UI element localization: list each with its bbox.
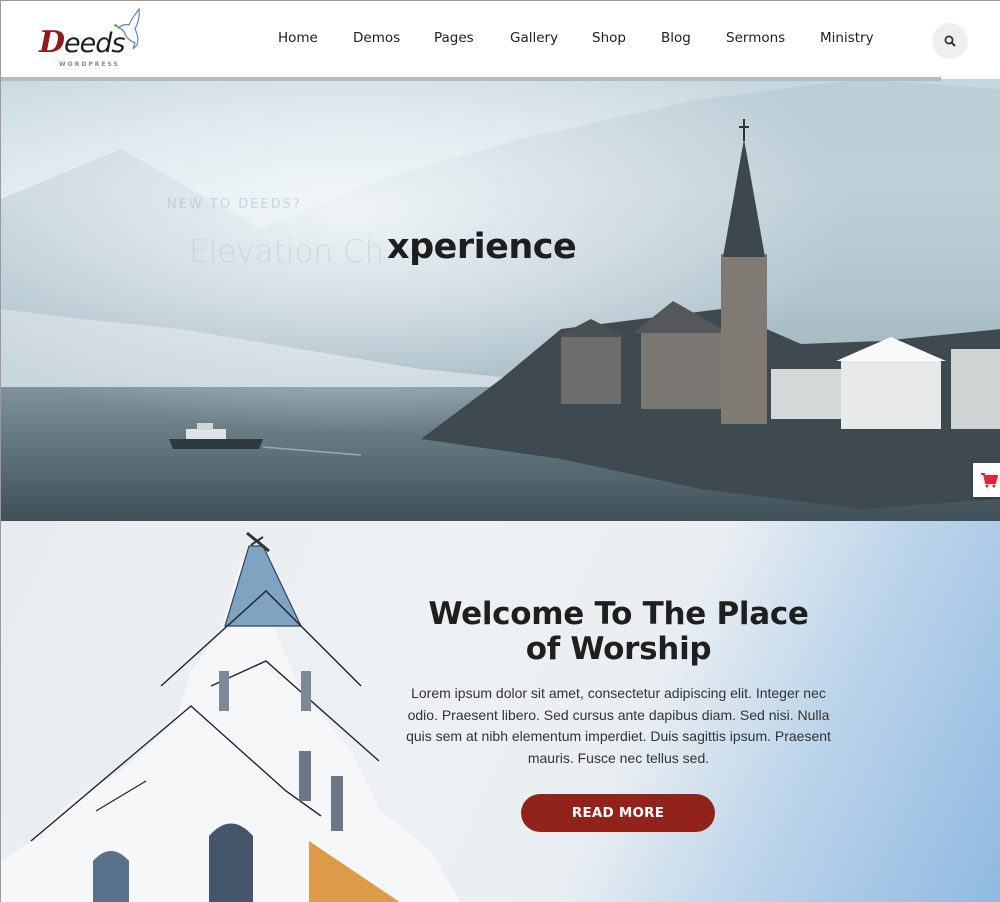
nav-blog[interactable]: Blog <box>661 30 691 46</box>
hero-ghost-title: Elevation Ch <box>189 234 385 270</box>
hero-slider: NEW TO DEEDS? Elevation Ch xperience <box>1 79 1000 521</box>
dove-icon <box>113 7 140 50</box>
site-logo[interactable]: Deeds WORDPRESS <box>37 7 142 71</box>
welcome-body: Lorem ipsum dolor sit amet, consectetur … <box>406 685 831 767</box>
nav-home[interactable]: Home <box>278 30 318 46</box>
cart-icon <box>981 472 998 487</box>
read-more-button[interactable]: READ MORE <box>521 794 715 832</box>
logo-subtitle: WORDPRESS <box>59 61 120 68</box>
search-icon <box>944 35 956 47</box>
hero-landscape-image <box>1 79 1000 521</box>
church-image <box>1 531 461 902</box>
nav-shop[interactable]: Shop <box>592 30 626 46</box>
nav-pages[interactable]: Pages <box>434 30 474 46</box>
nav-ministry[interactable]: Ministry <box>820 30 874 46</box>
nav-sermons[interactable]: Sermons <box>726 30 785 46</box>
logo-wordmark: Deeds <box>39 25 125 60</box>
nav-demos[interactable]: Demos <box>353 30 400 46</box>
cart-button[interactable] <box>973 463 1000 497</box>
hero-title: xperience <box>387 227 577 267</box>
search-button[interactable] <box>932 23 968 59</box>
welcome-title: Welcome To The Place of Worship <box>428 596 809 667</box>
nav-gallery[interactable]: Gallery <box>510 30 558 46</box>
header-progress-bar <box>1 77 941 81</box>
site-header: Deeds WORDPRESS Home Demos Pages Gallery… <box>1 1 1000 79</box>
welcome-section: Welcome To The Place of Worship Lorem ip… <box>1 521 1000 902</box>
hero-eyebrow: NEW TO DEEDS? <box>167 197 302 212</box>
logo-initial: D <box>39 25 65 60</box>
